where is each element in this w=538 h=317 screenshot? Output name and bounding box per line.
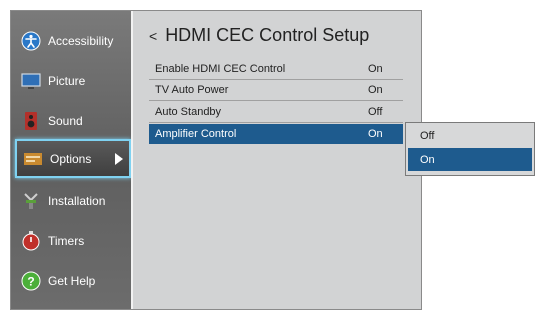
accessibility-icon [21,31,41,51]
sidebar-item-label: Timers [48,234,85,248]
setting-value: Off [368,106,383,118]
sidebar-item-label: Get Help [48,274,96,288]
sidebar-item-sound[interactable]: Sound [11,101,131,141]
page-title: < HDMI CEC Control Setup [149,25,369,46]
sidebar-item-label: Options [50,151,92,166]
setting-label: TV Auto Power [155,84,229,96]
sidebar-item-installation[interactable]: Installation [11,181,131,221]
sidebar-item-picture[interactable]: Picture [11,61,131,101]
timers-icon [21,231,41,251]
sidebar-item-label: Accessibility [48,34,114,48]
setting-value: On [368,128,383,140]
setting-label: Auto Standby [155,106,222,118]
svg-text:?: ? [27,275,34,289]
settings-panel: < HDMI CEC Control Setup Enable HDMI CEC… [133,11,421,309]
dropdown-option-on[interactable]: On [408,148,532,171]
settings-sidebar: Accessibility Picture Sound Options Inst… [11,11,131,309]
setting-row-auto-standby[interactable]: Auto Standby Off [149,102,403,123]
submenu-arrow-icon [115,152,123,165]
setting-row-amplifier-control[interactable]: Amplifier Control On [149,124,403,144]
amplifier-control-dropdown: Off On [405,122,535,176]
option-label: Off [420,129,435,142]
settings-window: Accessibility Picture Sound Options Inst… [10,10,422,310]
options-icon [23,149,43,169]
picture-icon [21,71,41,91]
sidebar-item-label: Picture [48,74,86,88]
page-title-text: HDMI CEC Control Setup [165,25,370,45]
setting-label: Enable HDMI CEC Control [155,63,286,75]
sidebar-item-get-help[interactable]: ? Get Help [11,261,131,301]
setting-row-tv-auto-power[interactable]: TV Auto Power On [149,80,403,101]
sidebar-item-accessibility[interactable]: Accessibility [11,21,131,61]
sidebar-item-label: Installation [48,194,106,208]
sidebar-item-timers[interactable]: Timers [11,221,131,261]
back-icon[interactable]: < [149,28,157,44]
sidebar-item-options[interactable]: Options [15,139,131,178]
sound-icon [21,111,41,131]
setting-row-enable-hdmi-cec[interactable]: Enable HDMI CEC Control On [149,59,403,80]
setting-label: Amplifier Control [155,128,237,140]
setting-value: On [368,63,383,75]
help-icon: ? [21,271,41,291]
option-label: On [420,153,435,166]
setting-value: On [368,84,383,96]
dropdown-option-off[interactable]: Off [408,124,532,147]
installation-icon [21,191,41,211]
sidebar-item-label: Sound [48,114,83,128]
